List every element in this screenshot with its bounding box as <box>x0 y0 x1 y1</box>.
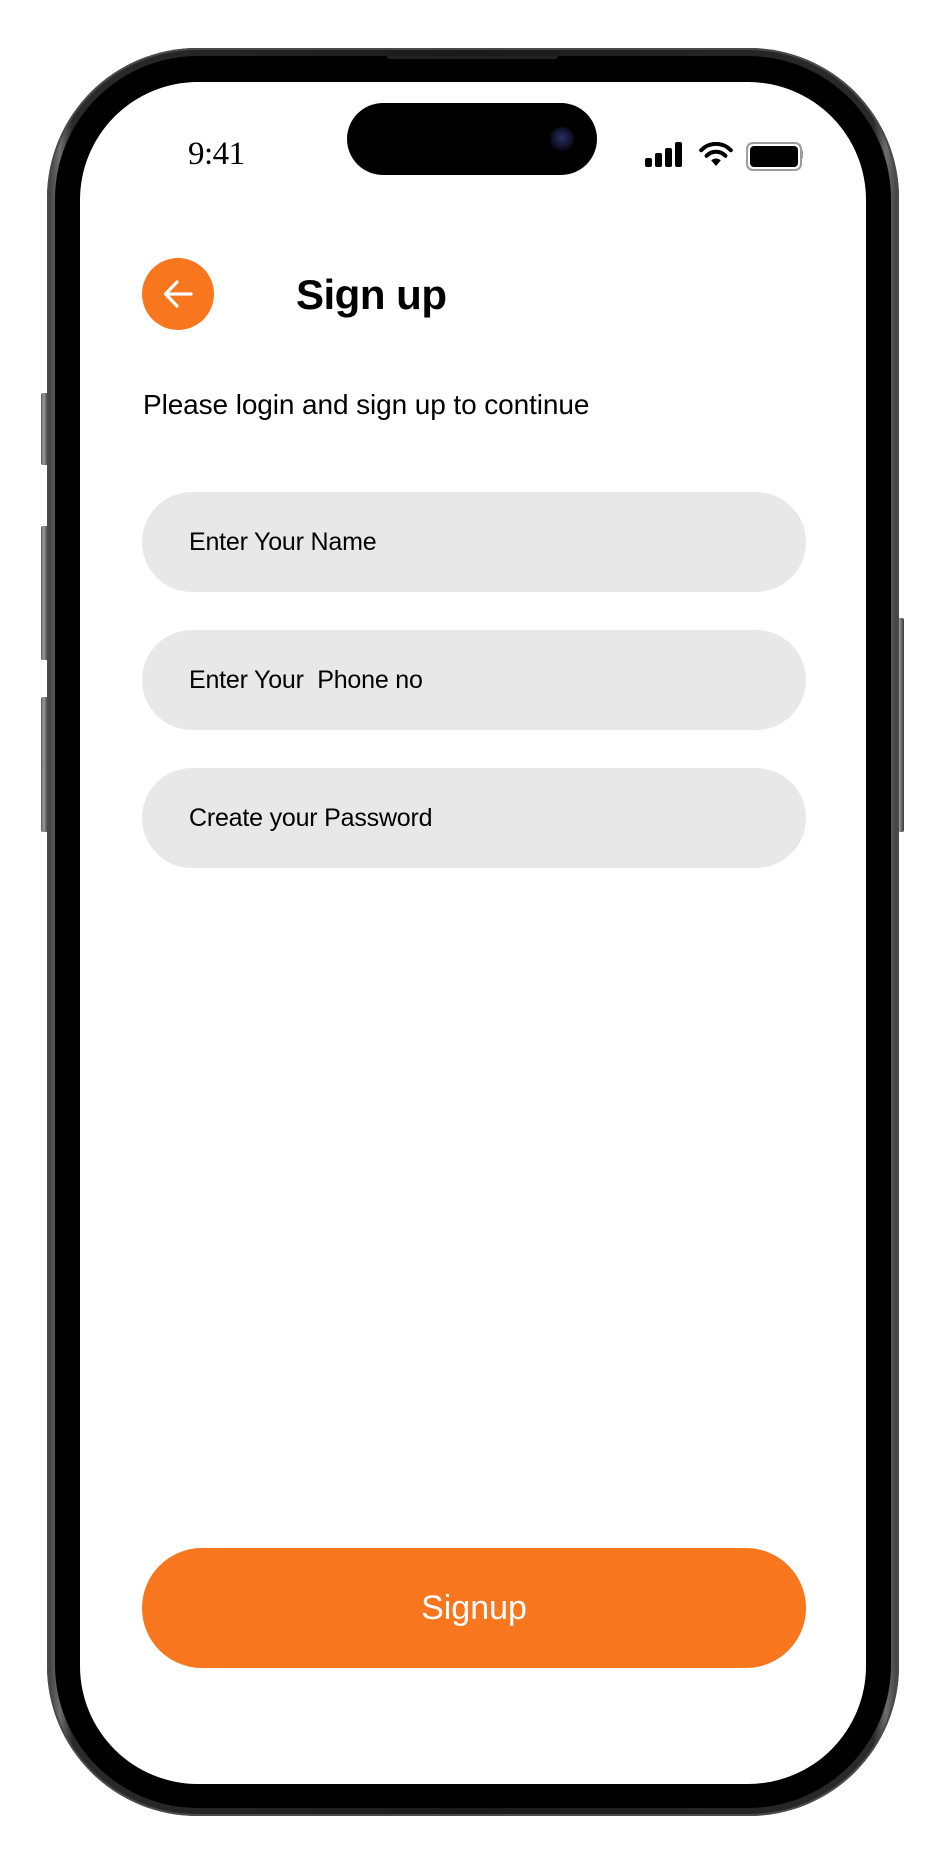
battery-tip <box>800 150 803 159</box>
camera-icon <box>550 127 574 151</box>
back-button[interactable] <box>142 258 214 330</box>
name-input[interactable] <box>142 492 806 592</box>
subtitle: Please login and sign up to continue <box>143 389 590 420</box>
battery-icon <box>746 142 802 171</box>
password-input[interactable] <box>142 768 806 868</box>
battery-level <box>750 146 798 167</box>
cellular-signal-icon <box>645 142 685 168</box>
status-time: 9:41 <box>188 136 245 172</box>
dynamic-island <box>347 103 597 175</box>
phone-input[interactable] <box>142 630 806 730</box>
phone-screen: 9:41 Sign up Please login and sign up to… <box>80 82 866 1784</box>
arrow-left-icon <box>163 280 193 308</box>
wifi-icon <box>699 142 733 166</box>
signup-button[interactable]: Signup <box>142 1548 806 1668</box>
earpiece-speaker <box>387 56 558 59</box>
page-title: Sign up <box>296 271 447 318</box>
